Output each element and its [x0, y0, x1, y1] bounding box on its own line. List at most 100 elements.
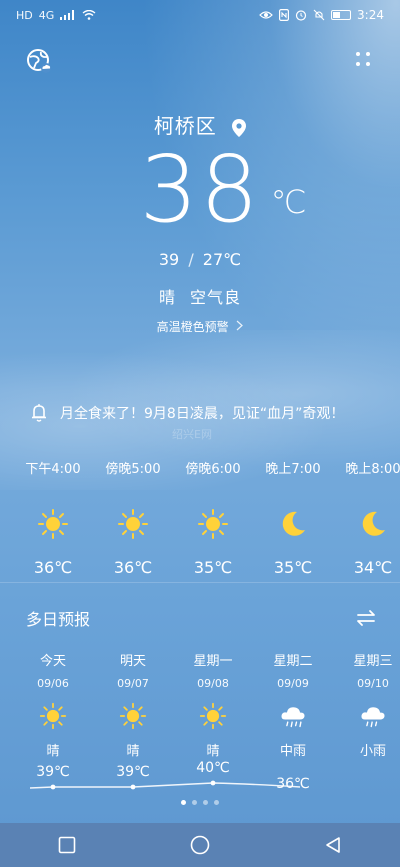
daily-forecast-title: 多日预报 — [26, 610, 91, 629]
current-temp-block: 38 ℃ — [0, 140, 400, 240]
day-condition: 中雨 — [279, 744, 306, 759]
network-type-indicator: 4G — [38, 8, 55, 22]
bell-icon — [32, 404, 46, 422]
status-bar: HD 4G 3:24 — [0, 0, 400, 30]
hour-item: 下午4:00 36℃ — [13, 460, 93, 577]
signal-icon — [60, 10, 75, 20]
battery-icon — [331, 10, 352, 20]
high-low-separator: / — [188, 250, 194, 269]
hour-temp: 36℃ — [113, 558, 153, 577]
hour-item: 傍晚5:00 36℃ — [93, 460, 173, 577]
sun-icon — [198, 509, 228, 539]
page-dot — [214, 800, 219, 805]
status-right: 3:24 — [259, 8, 384, 22]
status-time: 3:24 — [357, 8, 384, 22]
sun-icon — [119, 702, 147, 730]
recent-apps-button[interactable] — [55, 833, 79, 857]
location-pin-icon — [232, 118, 247, 137]
warning-label: 高温橙色预警 — [156, 320, 229, 334]
hour-temp: 35℃ — [193, 558, 233, 577]
day-name: 星期一 — [193, 654, 233, 669]
page-dot — [181, 800, 186, 805]
sun-icon — [118, 509, 148, 539]
moon-icon — [282, 511, 305, 536]
page-indicator — [0, 800, 400, 805]
daily-forecast-header: 多日预报 — [26, 606, 376, 630]
chevron-right-icon — [236, 320, 244, 334]
back-button[interactable] — [321, 833, 345, 857]
high-low-temp: 39 / 27℃ — [0, 250, 400, 269]
day-name: 明天 — [119, 654, 146, 669]
alarm-icon — [295, 10, 307, 21]
hour-item: 晚上7:00 35℃ — [253, 460, 333, 577]
hour-temp: 36℃ — [33, 558, 73, 577]
hour-time: 晚上8:00 — [345, 462, 400, 477]
day-name: 星期二 — [273, 654, 313, 669]
day-item: 星期一 09/08 晴 40℃ — [173, 650, 253, 776]
hourly-forecast[interactable]: 下午4:00 36℃ 傍晚5:00 36℃ 傍晚6:00 35℃ 晚上7:00 … — [0, 460, 400, 580]
weather-screen: HD 4G 3:24 柯桥区 38 ℃ 39 / 27℃ 晴 空气良 高温橙色预… — [0, 0, 400, 867]
home-button[interactable] — [188, 833, 212, 857]
trend-point — [210, 780, 216, 786]
location-header[interactable]: 柯桥区 — [0, 110, 400, 139]
hour-time: 傍晚5:00 — [105, 462, 161, 477]
day-condition: 晴 — [126, 744, 140, 759]
day-name: 今天 — [39, 654, 66, 669]
notice-text: 月全食来了！9月8日凌晨，见证“血月”奇观！ — [60, 406, 345, 422]
trend-point — [50, 784, 56, 790]
day-name: 星期三 — [353, 654, 393, 669]
sun-icon — [38, 509, 68, 539]
hd-indicator: HD — [16, 8, 33, 22]
current-temp-value: 38 — [139, 136, 261, 243]
day-date: 09/09 — [277, 677, 309, 690]
day-date: 09/06 — [37, 677, 69, 690]
day-item: 今天 09/06 晴 39℃ — [13, 650, 93, 780]
day-condition: 小雨 — [359, 744, 386, 759]
day-condition: 晴 — [46, 744, 60, 759]
current-temp: 38 ℃ — [139, 140, 306, 240]
sun-icon — [199, 702, 227, 730]
page-dot — [203, 800, 208, 805]
day-date: 09/10 — [357, 677, 389, 690]
hour-time: 晚上7:00 — [265, 462, 321, 477]
more-options-button[interactable] — [354, 50, 374, 70]
nfc-icon — [279, 9, 290, 21]
hour-time: 傍晚6:00 — [185, 462, 241, 477]
hour-temp: 35℃ — [273, 558, 313, 577]
current-temp-unit: ℃ — [270, 183, 309, 221]
swap-view-icon[interactable] — [356, 609, 376, 627]
day-item: 明天 09/07 晴 39℃ — [93, 650, 173, 780]
eye-icon — [259, 11, 273, 19]
mute-bell-icon — [313, 9, 325, 21]
trend-point — [130, 784, 136, 790]
current-condition: 晴 空气良 — [0, 284, 400, 308]
high-temp: 39 — [158, 250, 180, 269]
circle-icon — [190, 835, 210, 855]
low-temp: 27℃ — [202, 250, 242, 269]
weather-warning[interactable]: 高温橙色预警 — [0, 318, 400, 335]
watermark: 绍兴E网 — [172, 428, 212, 441]
weather-condition: 晴 — [158, 288, 176, 307]
location-name: 柯桥区 — [153, 114, 217, 138]
day-date: 09/07 — [117, 677, 149, 690]
news-notice[interactable]: 月全食来了！9月8日凌晨，见证“血月”奇观！ — [30, 403, 380, 423]
square-icon — [58, 836, 75, 854]
hour-item: 傍晚6:00 35℃ — [173, 460, 253, 577]
wifi-icon — [82, 10, 96, 20]
system-navigation-bar — [0, 823, 400, 867]
rain-cloud-icon — [361, 707, 385, 728]
sun-icon — [39, 702, 67, 730]
moon-icon — [362, 511, 385, 536]
day-date: 09/08 — [197, 677, 229, 690]
day-item: 星期三 09/10 小雨 — [333, 650, 400, 759]
section-divider — [0, 582, 400, 583]
rain-cloud-icon — [281, 707, 305, 728]
hour-time: 下午4:00 — [25, 462, 81, 477]
air-quality[interactable]: 空气良 — [190, 288, 241, 307]
temperature-trend-line — [29, 780, 301, 790]
hour-temp: 34℃ — [353, 558, 393, 577]
day-condition: 晴 — [206, 744, 220, 759]
status-left: HD 4G — [16, 9, 96, 22]
page-dot — [192, 800, 197, 805]
city-globe-icon[interactable] — [26, 48, 52, 74]
